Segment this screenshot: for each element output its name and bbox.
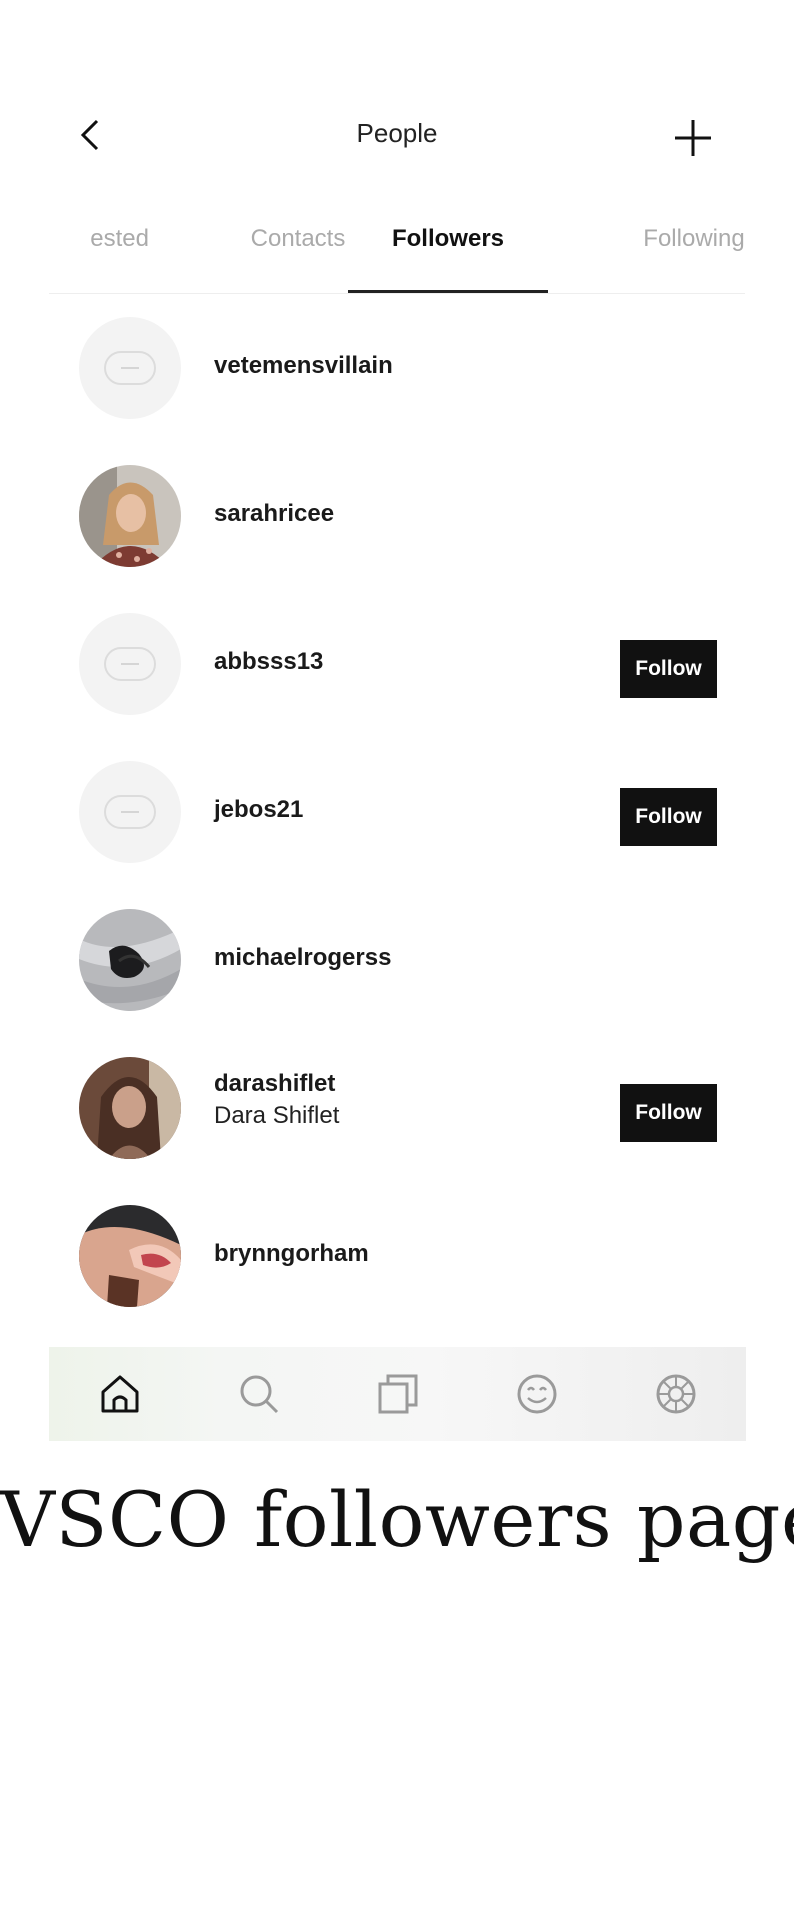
profile-photo <box>79 909 181 1011</box>
full-name: Dara Shiflet <box>214 1102 340 1129</box>
add-button[interactable] <box>670 115 716 161</box>
list-item[interactable]: michaelrogerss <box>49 902 745 1050</box>
home-icon <box>101 1375 139 1413</box>
list-item[interactable]: brynngorham <box>49 1198 745 1346</box>
username: jebos21 <box>214 796 304 823</box>
username: michaelrogerss <box>214 944 392 971</box>
plus-icon <box>675 120 711 156</box>
list-item[interactable]: jebos21 Follow <box>49 754 745 902</box>
studio-icon <box>378 1374 418 1414</box>
avatar <box>79 465 181 567</box>
follow-button[interactable]: Follow <box>620 1084 717 1142</box>
follow-button[interactable]: Follow <box>620 640 717 698</box>
nav-studio[interactable] <box>374 1370 422 1418</box>
list-item[interactable]: abbsss13 Follow <box>49 606 745 754</box>
list-item[interactable]: darashiflet Dara Shiflet Follow <box>49 1050 745 1198</box>
avatar <box>79 1205 181 1307</box>
nav-search[interactable] <box>235 1370 283 1418</box>
avatar-placeholder-icon <box>104 351 156 385</box>
caption: VSCO followers page <box>0 1475 794 1564</box>
username: sarahricee <box>214 500 335 527</box>
tab-suggested[interactable]: ested <box>49 225 149 293</box>
avatar <box>79 317 181 419</box>
profile-photo <box>79 465 181 567</box>
list-item[interactable]: sarahricee <box>49 458 745 606</box>
nav-activity[interactable] <box>513 1370 561 1418</box>
avatar <box>79 1057 181 1159</box>
list-item[interactable]: vetemensvillain <box>49 310 745 458</box>
nav-home[interactable] <box>96 1370 144 1418</box>
avatar <box>79 909 181 1011</box>
avatar <box>79 613 181 715</box>
bottom-nav <box>49 1347 746 1441</box>
nav-profile[interactable] <box>652 1370 700 1418</box>
profile-wheel-icon <box>656 1374 696 1414</box>
avatar <box>79 761 181 863</box>
username: darashiflet <box>214 1070 336 1097</box>
smiley-icon <box>517 1374 557 1414</box>
username: brynngorham <box>214 1240 369 1267</box>
active-tab-indicator <box>348 290 548 293</box>
tab-following[interactable]: Following <box>594 225 745 293</box>
avatar-placeholder-icon <box>104 647 156 681</box>
search-icon <box>240 1375 279 1414</box>
follow-button[interactable]: Follow <box>620 788 717 846</box>
username: abbsss13 <box>214 648 324 675</box>
tab-followers[interactable]: Followers <box>348 225 548 293</box>
people-tabs: ested Contacts Followers Following <box>49 210 745 294</box>
profile-photo <box>79 1057 181 1159</box>
profile-photo <box>79 1205 181 1307</box>
username: vetemensvillain <box>214 352 393 379</box>
avatar-placeholder-icon <box>104 795 156 829</box>
